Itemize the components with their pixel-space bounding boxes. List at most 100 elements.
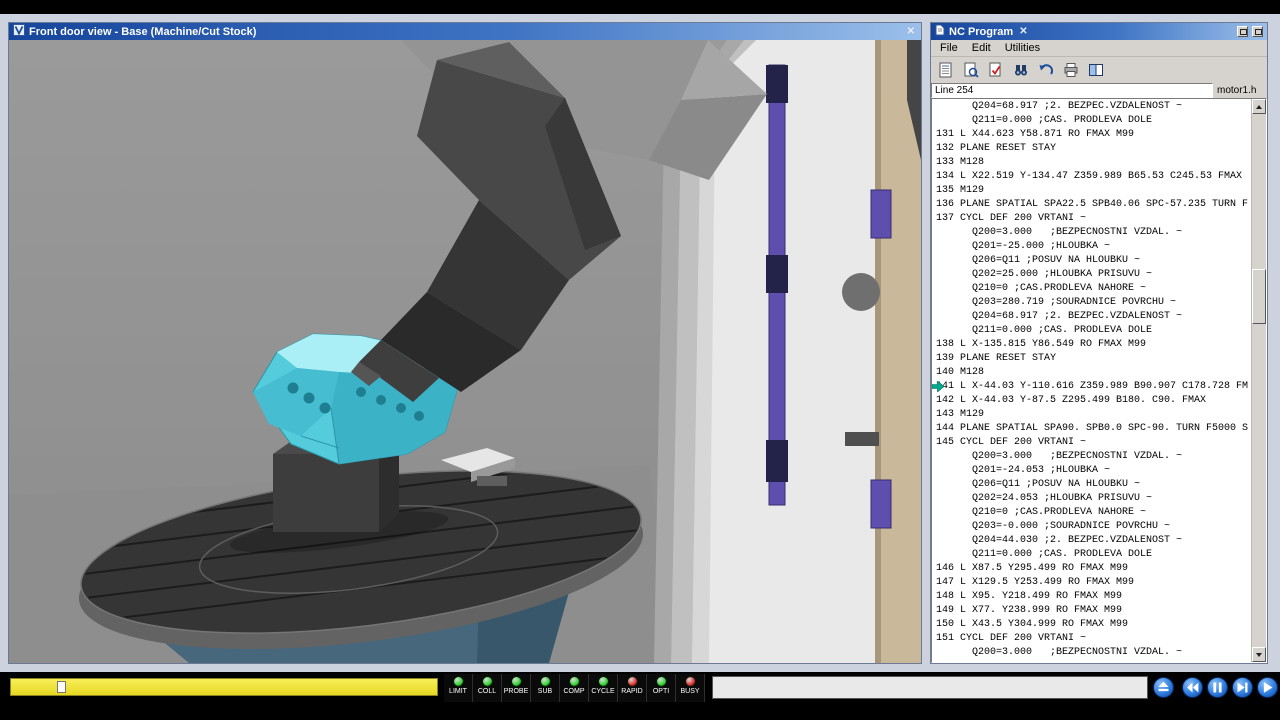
find-icon[interactable] xyxy=(1011,61,1031,79)
app-root: Front door view - Base (Machine/Cut Stoc… xyxy=(0,0,1280,720)
restore-window-button[interactable] xyxy=(1237,26,1248,37)
nc-code-line[interactable]: 145 CYCL DEF 200 VRTANI ~ xyxy=(932,436,1251,450)
coll-indicator-icon xyxy=(481,676,493,687)
letterbox-top xyxy=(0,0,1280,14)
letterbox-bottom xyxy=(0,704,1280,720)
nc-code-line[interactable]: 144 PLANE SPATIAL SPA90. SPB0.0 SPC-90. … xyxy=(932,422,1251,436)
status-light-comp: COMP xyxy=(560,674,589,702)
line-number-field[interactable] xyxy=(931,82,1213,98)
nc-code-line[interactable]: Q206=Q11 ;POSUV NA HLOUBKU ~ xyxy=(932,254,1251,268)
nc-code-line[interactable]: Q203=-0.000 ;SOURADNICE POVRCHU ~ xyxy=(932,520,1251,534)
scroll-down-button[interactable] xyxy=(1252,647,1266,662)
rewind-button[interactable] xyxy=(1182,677,1203,698)
view-window-close-button[interactable]: ✕ xyxy=(905,26,917,37)
nc-code-line[interactable]: Q201=-24.053 ;HLOUBKA ~ xyxy=(932,464,1251,478)
nc-code-line[interactable]: 149 L X77. Y238.999 RO FMAX M99 xyxy=(932,604,1251,618)
nc-code-line[interactable]: 134 L X22.519 Y-134.47 Z359.989 B65.53 C… xyxy=(932,170,1251,184)
nc-program-window: NC Program ✕ File Edit Utilities Line 25… xyxy=(930,22,1268,664)
nc-code-line[interactable]: Q202=24.053 ;HLOUBKA PRISUVU ~ xyxy=(932,492,1251,506)
view-window-title: Front door view - Base (Machine/Cut Stoc… xyxy=(29,25,257,38)
nc-code-line[interactable]: Q211=0.000 ;CAS. PRODLEVA DOLE xyxy=(932,324,1251,338)
menu-utilities[interactable]: Utilities xyxy=(1000,41,1045,55)
nc-code-line[interactable]: 150 L X43.5 Y304.999 RO FMAX M99 xyxy=(932,618,1251,632)
status-lights: LIMIT COLL PROBE SUB COMP CYCLE RAPID OPTI BUSY xyxy=(444,674,705,702)
vericut-logo-icon xyxy=(13,24,25,39)
simulation-control-bar: LIMIT COLL PROBE SUB COMP CYCLE RAPID OPTI BUSY xyxy=(0,672,1280,704)
nc-code-line[interactable]: 148 L X95. Y218.499 RO FMAX M99 xyxy=(932,590,1251,604)
nc-code-line[interactable]: Q204=68.917 ;2. BEZPEC.VZDALENOST ~ xyxy=(932,100,1251,114)
status-light-busy: BUSY xyxy=(676,674,705,702)
nc-scrollbar[interactable] xyxy=(1251,99,1266,662)
machine-3d-scene[interactable] xyxy=(9,40,921,663)
transport-controls xyxy=(1153,677,1278,698)
print-icon[interactable] xyxy=(1061,61,1081,79)
nc-code-line[interactable]: 137 CYCL DEF 200 VRTANI ~ xyxy=(932,212,1251,226)
nc-code-line[interactable]: Q211=0.000 ;CAS. PRODLEVA DOLE xyxy=(932,548,1251,562)
nc-code-line[interactable]: 135 M129 xyxy=(932,184,1251,198)
eject-button[interactable] xyxy=(1153,677,1174,698)
nc-code-line[interactable]: Q211=0.000 ;CAS. PRODLEVA DOLE xyxy=(932,114,1251,128)
comp-indicator-icon xyxy=(568,676,580,687)
step-forward-button[interactable] xyxy=(1232,677,1253,698)
progress-marker-handle[interactable] xyxy=(57,681,66,693)
progress-bar[interactable] xyxy=(10,678,438,696)
nc-code-line[interactable]: Q210=0 ;CAS.PRODLEVA NAHORE ~ xyxy=(932,282,1251,296)
nc-code-line[interactable]: 142 L X-44.03 Y-87.5 Z295.499 B180. C90.… xyxy=(932,394,1251,408)
open-program-icon[interactable] xyxy=(936,61,956,79)
limit-indicator-icon xyxy=(452,676,464,687)
nc-code-line[interactable]: 136 PLANE SPATIAL SPA22.5 SPB40.06 SPC-5… xyxy=(932,198,1251,212)
search-program-icon[interactable] xyxy=(961,61,981,79)
view-window-titlebar[interactable]: Front door view - Base (Machine/Cut Stoc… xyxy=(9,23,921,40)
status-light-sub: SUB xyxy=(531,674,560,702)
nc-window-titlebar[interactable]: NC Program ✕ xyxy=(931,23,1267,40)
maximize-window-button[interactable] xyxy=(1252,26,1263,37)
nc-toolbar xyxy=(931,57,1267,82)
scroll-up-button[interactable] xyxy=(1252,99,1266,114)
status-light-probe: PROBE xyxy=(502,674,531,702)
nc-code-line[interactable]: 143 M129 xyxy=(932,408,1251,422)
nc-code-line[interactable]: Q204=68.917 ;2. BEZPEC.VZDALENOST ~ xyxy=(932,310,1251,324)
nc-code-line[interactable]: 138 L X-135.815 Y86.549 RO FMAX M99 xyxy=(932,338,1251,352)
status-light-opti: OPTI xyxy=(647,674,676,702)
nc-code-line[interactable]: Q200=3.000 ;BEZPECNOSTNI VZDAL. ~ xyxy=(932,646,1251,660)
split-view-icon[interactable] xyxy=(1086,61,1106,79)
nc-code-line[interactable]: 132 PLANE RESET STAY xyxy=(932,142,1251,156)
nc-code-line[interactable]: 146 L X87.5 Y295.499 RO FMAX M99 xyxy=(932,562,1251,576)
nc-code-line[interactable]: 141 L X-44.03 Y-110.616 Z359.989 B90.907… xyxy=(932,380,1251,394)
cycle-indicator-icon xyxy=(597,676,609,687)
rapid-indicator-icon xyxy=(626,676,638,687)
nc-code-line[interactable]: 139 PLANE RESET STAY xyxy=(932,352,1251,366)
sub-indicator-icon xyxy=(539,676,551,687)
nc-code-line[interactable]: 151 CYCL DEF 200 VRTANI ~ xyxy=(932,632,1251,646)
menu-file[interactable]: File xyxy=(935,41,963,55)
nc-linebar: motor1.h xyxy=(931,82,1267,98)
probe-indicator-icon xyxy=(510,676,522,687)
undo-icon[interactable] xyxy=(1036,61,1056,79)
nc-code-line[interactable]: 131 L X44.623 Y58.871 RO FMAX M99 xyxy=(932,128,1251,142)
nc-code-line[interactable]: Q206=Q11 ;POSUV NA HLOUBKU ~ xyxy=(932,478,1251,492)
nc-code-line[interactable]: Q202=25.000 ;HLOUBKA PRISUVU ~ xyxy=(932,268,1251,282)
nc-code-line[interactable]: Q201=-25.000 ;HLOUBKA ~ xyxy=(932,240,1251,254)
nc-code-line[interactable]: Q200=3.000 ;BEZPECNOSTNI VZDAL. ~ xyxy=(932,226,1251,240)
scrollbar-thumb[interactable] xyxy=(1252,269,1266,324)
play-button[interactable] xyxy=(1257,677,1278,698)
menu-edit[interactable]: Edit xyxy=(967,41,996,55)
status-light-limit: LIMIT xyxy=(444,674,473,702)
nc-code-line[interactable]: Q210=0 ;CAS.PRODLEVA NAHORE ~ xyxy=(932,506,1251,520)
nc-code-line[interactable]: Q204=44.030 ;2. BEZPEC.VZDALENOST ~ xyxy=(932,534,1251,548)
view-window: Front door view - Base (Machine/Cut Stoc… xyxy=(8,22,922,664)
nc-code-line[interactable]: 147 L X129.5 Y253.499 RO FMAX M99 xyxy=(932,576,1251,590)
document-icon xyxy=(935,24,945,39)
pause-button[interactable] xyxy=(1207,677,1228,698)
status-light-rapid: RAPID xyxy=(618,674,647,702)
nc-code-line[interactable]: Q203=280.719 ;SOURADNICE POVRCHU ~ xyxy=(932,296,1251,310)
syntax-check-icon[interactable] xyxy=(986,61,1006,79)
busy-indicator-icon xyxy=(684,676,696,687)
nc-code-line[interactable]: 140 M128 xyxy=(932,366,1251,380)
nc-code-lines: Q204=68.917 ;2. BEZPEC.VZDALENOST ~ Q211… xyxy=(932,100,1251,662)
program-name-label: motor1.h xyxy=(1217,84,1257,96)
nc-code-line[interactable]: 133 M128 xyxy=(932,156,1251,170)
nc-window-close-button[interactable]: ✕ xyxy=(1017,26,1029,37)
nc-code-line[interactable]: Q200=3.000 ;BEZPECNOSTNI VZDAL. ~ xyxy=(932,450,1251,464)
message-strip xyxy=(712,676,1148,699)
